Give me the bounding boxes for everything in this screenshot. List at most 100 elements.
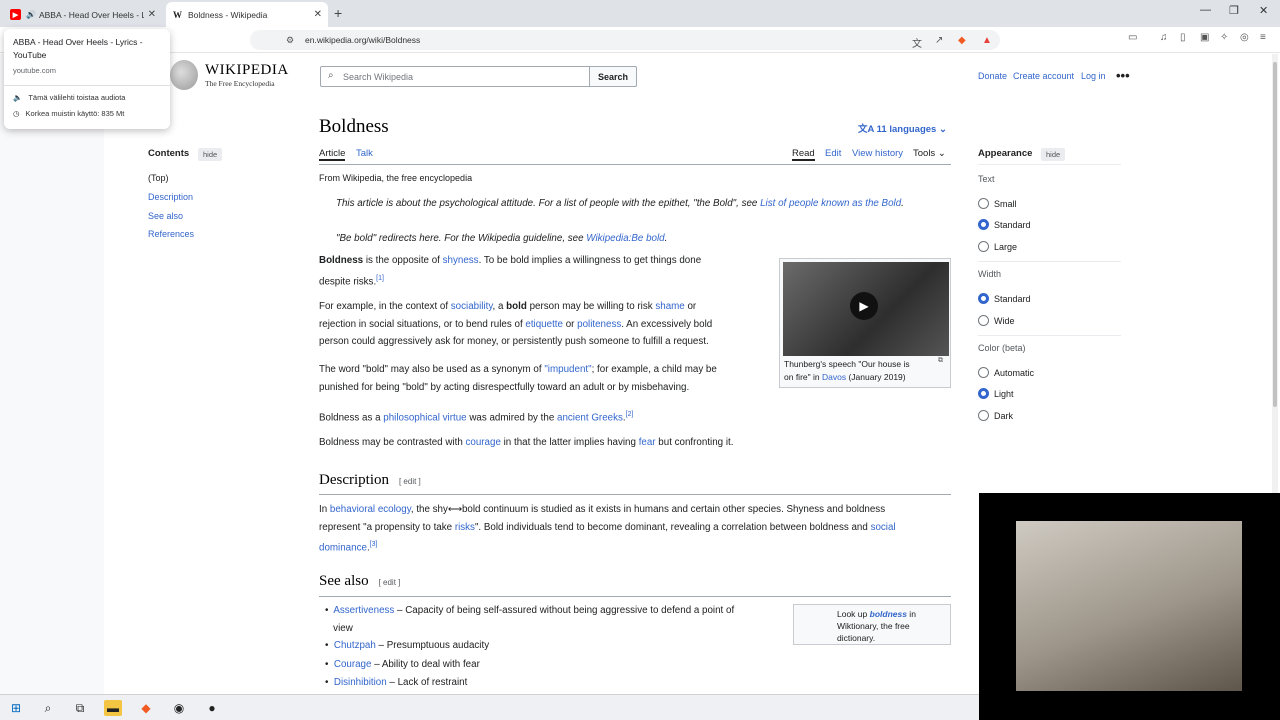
- link-behavioral-ecology[interactable]: behavioral ecology: [330, 504, 411, 515]
- link-disinhibition[interactable]: Disinhibition: [334, 677, 387, 688]
- tools-dropdown[interactable]: Tools ⌄: [913, 148, 946, 159]
- address-bar[interactable]: ⚙ en.wikipedia.org/wiki/Boldness 文 ↗ ◆ ▲: [250, 30, 1000, 50]
- play-icon[interactable]: ▶: [850, 292, 878, 320]
- text: rejection in social situations, or to be…: [319, 318, 526, 330]
- edit-section-link[interactable]: [ edit ]: [399, 477, 421, 486]
- tab-title: Boldness - Wikipedia: [188, 9, 268, 20]
- leo-ai-icon[interactable]: ✧: [1220, 32, 1228, 43]
- link-politeness[interactable]: politeness: [577, 319, 621, 330]
- link-social[interactable]: social: [871, 522, 896, 533]
- citation-ref[interactable]: [3]: [370, 541, 378, 548]
- brave-rewards-icon[interactable]: ▲: [982, 35, 992, 46]
- more-options-icon[interactable]: •••: [1116, 68, 1130, 83]
- link-assertiveness[interactable]: Assertiveness: [333, 605, 394, 616]
- link-wiktionary-boldness[interactable]: boldness: [870, 609, 907, 619]
- app-icon[interactable]: ●: [204, 700, 220, 716]
- search-icon[interactable]: ⌕: [40, 700, 56, 716]
- speaker-icon[interactable]: 🔊: [26, 10, 36, 19]
- minimize-button[interactable]: —: [1200, 4, 1211, 16]
- appearance-hide-button[interactable]: hide: [1041, 148, 1066, 161]
- citation-ref[interactable]: [1]: [376, 275, 384, 282]
- link-courage[interactable]: courage: [466, 437, 501, 448]
- tab-article[interactable]: Article: [319, 148, 346, 161]
- link-ancient-greeks[interactable]: ancient Greeks: [557, 412, 623, 423]
- tab-view-history[interactable]: View history: [852, 148, 903, 159]
- vpn-icon[interactable]: ◎: [1240, 32, 1249, 43]
- toc-item-see-also[interactable]: See also: [148, 211, 183, 221]
- text: ; for example, a child may be: [591, 364, 717, 375]
- link-chutzpah[interactable]: Chutzpah: [334, 640, 376, 651]
- link-courage-see-also[interactable]: Courage: [334, 659, 372, 670]
- tab-talk[interactable]: Talk: [356, 148, 373, 159]
- wikipedia-wordmark[interactable]: WIKIPEDIA: [205, 62, 289, 79]
- radio-color-dark[interactable]: [978, 410, 989, 421]
- item-desc: view: [333, 622, 353, 634]
- paragraph-3: The word "bold" may also be used as a sy…: [319, 361, 717, 396]
- close-tab-icon[interactable]: ✕: [148, 9, 156, 20]
- tab-divider: [319, 164, 951, 165]
- edit-section-link[interactable]: [ edit ]: [379, 578, 401, 587]
- share-icon[interactable]: ↗: [935, 35, 943, 46]
- task-view-icon[interactable]: ⧉: [72, 700, 88, 716]
- site-info-icon[interactable]: ⚙: [286, 35, 294, 46]
- link-fear[interactable]: fear: [639, 437, 656, 448]
- new-tab-button[interactable]: +: [334, 5, 342, 21]
- toc-item-top[interactable]: (Top): [148, 173, 169, 183]
- media-icon[interactable]: ♫: [1160, 32, 1168, 43]
- text: or: [562, 318, 578, 330]
- radio-text-large[interactable]: [978, 241, 989, 252]
- text-size-label: Text: [978, 174, 995, 184]
- link-philosophical-virtue[interactable]: philosophical virtue: [383, 412, 466, 423]
- hatnote-link[interactable]: Wikipedia:Be bold: [586, 233, 664, 244]
- toc-item-description[interactable]: Description: [148, 192, 193, 202]
- tab-edit[interactable]: Edit: [825, 148, 841, 159]
- toc-hide-button[interactable]: hide: [198, 148, 223, 161]
- create-account-link[interactable]: Create account: [1013, 71, 1074, 81]
- radio-text-small[interactable]: [978, 198, 989, 209]
- tab-wikipedia[interactable]: W Boldness - Wikipedia ✕: [166, 2, 328, 27]
- windows-start-icon[interactable]: ⊞: [8, 700, 24, 716]
- obs-icon[interactable]: ◉: [171, 700, 187, 716]
- radio-color-automatic[interactable]: [978, 367, 989, 378]
- hatnote-link[interactable]: List of people known as the Bold: [760, 198, 901, 209]
- link-sociability[interactable]: sociability: [451, 301, 493, 312]
- link-dominance[interactable]: dominance: [319, 542, 367, 553]
- link-shyness[interactable]: shyness: [443, 255, 479, 266]
- radio-width-wide[interactable]: [978, 315, 989, 326]
- description-paragraph: In behavioral ecology, the shy⟷bold cont…: [319, 501, 896, 557]
- wikipedia-globe-logo[interactable]: [170, 60, 198, 90]
- windows-taskbar: ⊞ ⌕ ⧉ ▬ ◆ ◉ ●: [0, 694, 979, 720]
- reading-list-icon[interactable]: ▯: [1180, 32, 1186, 43]
- text: but confronting it.: [655, 437, 734, 448]
- close-tab-icon[interactable]: ✕: [314, 9, 322, 20]
- sidebar-panel-icon[interactable]: ▭: [1128, 32, 1137, 43]
- search-button[interactable]: Search: [589, 66, 637, 87]
- citation-ref[interactable]: [2]: [626, 411, 634, 418]
- paragraph-2: For example, in the context of sociabili…: [319, 298, 712, 351]
- link-impudent[interactable]: "impudent": [544, 364, 591, 375]
- radio-width-standard[interactable]: [978, 293, 989, 304]
- wallet-icon[interactable]: ▣: [1200, 32, 1209, 43]
- search-input[interactable]: Search Wikipedia: [320, 66, 590, 87]
- text: was admired by the: [466, 412, 557, 424]
- toc-item-references[interactable]: References: [148, 229, 194, 239]
- tab-youtube[interactable]: ▶ 🔊 ABBA - Head Over Heels - Lyr ✕: [4, 2, 162, 27]
- link-davos[interactable]: Davos: [822, 372, 846, 382]
- link-shame[interactable]: shame: [655, 301, 684, 312]
- translate-icon[interactable]: 文: [912, 35, 922, 50]
- login-link[interactable]: Log in: [1081, 71, 1106, 81]
- link-etiquette[interactable]: etiquette: [525, 319, 563, 330]
- brave-browser-icon[interactable]: ◆: [138, 700, 154, 716]
- maximize-button[interactable]: ❐: [1229, 4, 1239, 17]
- tab-read[interactable]: Read: [792, 148, 815, 161]
- menu-icon[interactable]: ≡: [1260, 32, 1266, 43]
- brave-shields-icon[interactable]: ◆: [958, 35, 966, 46]
- donate-link[interactable]: Donate: [978, 71, 1007, 81]
- link-risks[interactable]: risks: [455, 522, 475, 533]
- languages-button[interactable]: 文A 11 languages ⌄: [858, 121, 947, 135]
- radio-text-standard[interactable]: [978, 219, 989, 230]
- scrollbar-thumb[interactable]: [1273, 62, 1277, 407]
- close-window-button[interactable]: ✕: [1259, 4, 1268, 17]
- file-explorer-icon[interactable]: ▬: [104, 700, 122, 716]
- radio-color-light[interactable]: [978, 388, 989, 399]
